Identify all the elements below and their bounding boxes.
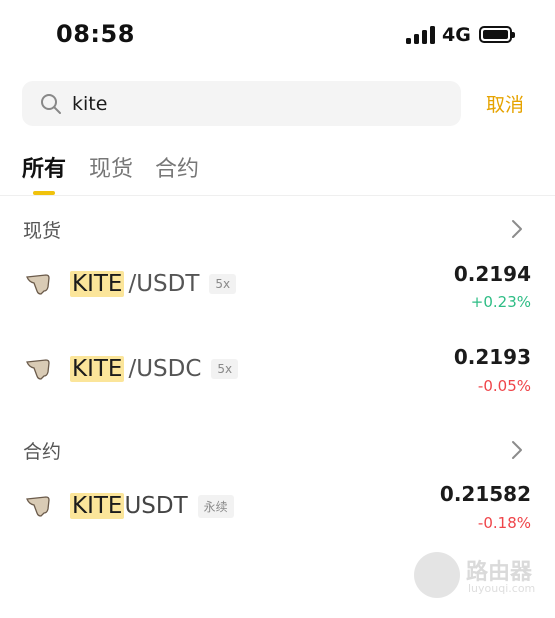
section-header-futures[interactable]: 合约 (0, 431, 555, 471)
market-row[interactable]: KITE USDT 永续 0.21582 -0.18% (0, 472, 555, 544)
network-type: 4G (442, 24, 471, 46)
pair-base: KITE (70, 356, 125, 382)
price: 0.2193 (453, 345, 531, 369)
pair-name: KITE /USDC 5x (70, 356, 239, 382)
pair-name: KITE /USDT 5x (70, 271, 237, 297)
leverage-badge: 5x (209, 274, 237, 294)
contract-type-badge: 永续 (197, 494, 234, 518)
battery-icon (479, 26, 515, 43)
status-time: 08:58 (56, 20, 135, 48)
watermark: 路由器 luyouqi.com (414, 552, 544, 602)
tab-spot[interactable]: 现货 (89, 151, 133, 183)
category-tabs: 所有 现货 合约 (0, 140, 555, 196)
price-change: +0.23% (470, 293, 531, 311)
chevron-right-icon[interactable] (509, 439, 525, 461)
status-bar: 08:58 4G (0, 0, 555, 70)
market-row[interactable]: KITE /USDT 5x 0.2194 +0.23% (0, 250, 555, 322)
section-title: 合约 (23, 441, 62, 463)
kite-coin-icon (26, 274, 50, 295)
chevron-right-icon[interactable] (509, 218, 525, 240)
price-change: -0.05% (477, 377, 531, 395)
pair-name: KITE USDT 永续 (70, 493, 234, 519)
pair-quote: USDT (124, 493, 188, 519)
router-logo-icon (414, 552, 460, 598)
pair-quote: /USDT (128, 271, 200, 297)
kite-coin-icon (26, 496, 50, 517)
tab-all[interactable]: 所有 (22, 151, 66, 183)
pair-base: KITE (70, 271, 125, 297)
watermark-url: luyouqi.com (468, 582, 536, 595)
pair-quote: /USDC (128, 356, 202, 382)
price-change: -0.18% (477, 514, 531, 532)
active-tab-indicator (33, 191, 55, 195)
price: 0.2194 (453, 262, 531, 286)
cellular-signal-icon (406, 26, 436, 44)
cancel-button[interactable]: 取消 (486, 90, 524, 117)
section-header-spot[interactable]: 现货 (0, 210, 555, 250)
tab-futures[interactable]: 合约 (155, 151, 199, 183)
leverage-badge: 5x (211, 359, 239, 379)
kite-coin-icon (26, 359, 50, 380)
market-row[interactable]: KITE /USDC 5x 0.2193 -0.05% (0, 335, 555, 407)
pair-base: KITE (70, 493, 125, 519)
search-box[interactable] (22, 81, 461, 126)
price: 0.21582 (439, 482, 531, 506)
search-icon (41, 94, 61, 114)
search-input[interactable] (72, 90, 442, 118)
section-title: 现货 (23, 220, 62, 242)
